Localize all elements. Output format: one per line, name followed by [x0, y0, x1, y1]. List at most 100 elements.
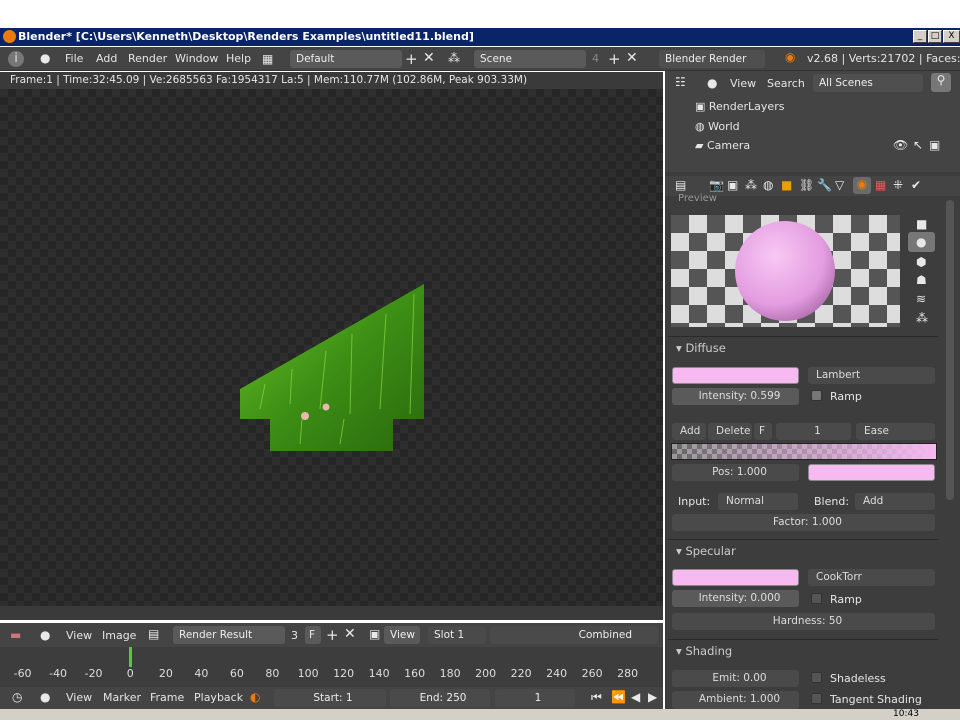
- scene-selector[interactable]: Scene: [474, 50, 586, 68]
- particles-tab-icon[interactable]: ⁜: [893, 178, 903, 192]
- info-icon[interactable]: i: [8, 51, 24, 67]
- ramp-blend-selector[interactable]: Add: [855, 493, 935, 510]
- object-tab-icon[interactable]: ■: [781, 178, 792, 192]
- tangent-shading-checkbox[interactable]: [811, 693, 822, 704]
- play-icon[interactable]: ▶: [648, 690, 657, 704]
- minimize-button[interactable]: _: [913, 30, 927, 43]
- fake-user-button[interactable]: F: [305, 626, 321, 644]
- outliner-item-world[interactable]: ◍ World: [695, 120, 740, 133]
- menu-view[interactable]: View: [730, 77, 756, 90]
- menu-search[interactable]: Search: [767, 77, 805, 90]
- preview-hair-icon[interactable]: ≋: [916, 292, 926, 306]
- specular-color-swatch[interactable]: [672, 569, 799, 586]
- start-frame-field[interactable]: Start: 1: [274, 689, 386, 707]
- visibility-eye-icon[interactable]: 👁: [893, 138, 908, 152]
- menu-help[interactable]: Help: [226, 52, 251, 65]
- menu-file[interactable]: File: [65, 52, 83, 65]
- jump-start-icon[interactable]: ⏮: [591, 690, 602, 705]
- properties-editor-icon[interactable]: ▤: [675, 178, 686, 192]
- collapse-icon[interactable]: ●: [40, 628, 50, 642]
- preview-panel-title[interactable]: Preview: [678, 193, 717, 204]
- menu-playback[interactable]: Playback: [194, 691, 243, 704]
- outliner-scope[interactable]: All Scenes: [813, 74, 923, 92]
- diffuse-panel-title[interactable]: ▾ Diffuse: [676, 341, 726, 355]
- color-ramp[interactable]: [671, 443, 937, 460]
- add-layout-icon[interactable]: +: [405, 50, 418, 68]
- play-reverse-icon[interactable]: ◀: [631, 690, 640, 704]
- view-mode-selector[interactable]: View: [384, 626, 420, 644]
- image-name-field[interactable]: Render Result: [173, 626, 285, 644]
- constraints-tab-icon[interactable]: ⛓: [799, 178, 814, 192]
- viewport-scrollbar[interactable]: [0, 606, 663, 620]
- specular-ramp-checkbox[interactable]: [811, 593, 822, 604]
- layout-selector[interactable]: Default: [290, 50, 402, 68]
- render-viewport[interactable]: [0, 89, 663, 620]
- menu-window[interactable]: Window: [175, 52, 218, 65]
- scene-tab-icon[interactable]: ⁂: [745, 178, 757, 192]
- current-frame-marker[interactable]: [129, 647, 132, 667]
- menu-add[interactable]: Add: [96, 52, 117, 65]
- jump-keyframe-icon[interactable]: ⏪: [611, 690, 626, 704]
- ramp-factor-slider[interactable]: Factor: 1.000: [672, 514, 935, 531]
- preview-sky-icon[interactable]: ⁂: [916, 311, 928, 325]
- preview-sphere-icon[interactable]: ●: [916, 235, 926, 249]
- close-button[interactable]: X: [943, 30, 960, 43]
- pass-selector[interactable]: Combined: [490, 626, 658, 644]
- menu-image[interactable]: Image: [102, 629, 136, 642]
- ramp-add-button[interactable]: Add: [672, 423, 706, 440]
- new-image-icon[interactable]: +: [326, 626, 339, 644]
- unlink-image-icon[interactable]: ✕: [344, 626, 356, 642]
- add-scene-icon[interactable]: +: [608, 50, 621, 68]
- world-tab-icon[interactable]: ◍: [763, 178, 773, 192]
- outliner-item-renderlayers[interactable]: ▣ RenderLayers: [695, 100, 784, 113]
- specular-panel-title[interactable]: ▾ Specular: [676, 544, 736, 558]
- data-tab-icon[interactable]: ▽: [835, 178, 844, 192]
- collapse-icon[interactable]: ●: [40, 51, 50, 65]
- ramp-delete-button[interactable]: Delete: [708, 423, 752, 440]
- diffuse-intensity-slider[interactable]: Intensity: 0.599: [672, 388, 799, 405]
- current-frame-field[interactable]: 1: [495, 689, 575, 707]
- specular-hardness-field[interactable]: Hardness: 50: [672, 613, 935, 630]
- slot-selector[interactable]: Slot 1: [428, 626, 486, 644]
- layout-icon[interactable]: ▦: [262, 52, 273, 66]
- render-layers-tab-icon[interactable]: ▣: [727, 178, 738, 192]
- modifiers-tab-icon[interactable]: 🔧: [817, 178, 832, 192]
- end-frame-field[interactable]: End: 250: [390, 689, 490, 707]
- emit-field[interactable]: Emit: 0.00: [672, 670, 799, 687]
- material-tab-icon[interactable]: ◉: [853, 177, 871, 194]
- timeline[interactable]: -60 -40 -20 0 20 40 60 80 100 120 140 160 180 200 220 2…: [0, 647, 663, 687]
- view-mode-icon[interactable]: ▣: [369, 627, 380, 641]
- ramp-position-field[interactable]: Pos: 1.000: [672, 464, 799, 481]
- timeline-icon[interactable]: ◷: [12, 690, 22, 704]
- diffuse-color-swatch[interactable]: [672, 367, 799, 384]
- outliner-item-camera[interactable]: ▰ Camera: [695, 139, 750, 152]
- diffuse-shader-selector[interactable]: Lambert: [808, 367, 935, 384]
- menu-view[interactable]: View: [66, 629, 92, 642]
- ramp-index-field[interactable]: 1: [776, 423, 851, 440]
- ramp-flip-button[interactable]: F: [754, 423, 772, 440]
- properties-scrollbar[interactable]: [946, 200, 954, 500]
- texture-tab-icon[interactable]: ▦: [875, 178, 886, 192]
- preview-monkey-icon[interactable]: ☗: [916, 273, 927, 287]
- shadeless-checkbox[interactable]: [811, 672, 822, 683]
- shading-panel-title[interactable]: ▾ Shading: [676, 644, 732, 658]
- diffuse-ramp-checkbox[interactable]: [811, 390, 822, 401]
- specular-intensity-slider[interactable]: Intensity: 0.000: [672, 590, 799, 607]
- physics-tab-icon[interactable]: ✔: [911, 178, 921, 192]
- remove-scene-icon[interactable]: ✕: [626, 50, 638, 66]
- preview-range-icon[interactable]: ◐: [250, 690, 260, 704]
- ramp-input-selector[interactable]: Normal: [718, 493, 798, 510]
- specular-shader-selector[interactable]: CookTorr: [808, 569, 935, 586]
- restore-button[interactable]: □: [928, 30, 942, 43]
- ambient-field[interactable]: Ambient: 1.000: [672, 691, 799, 709]
- preview-flat-icon[interactable]: ■: [916, 217, 927, 231]
- image-editor-icon[interactable]: ▬: [10, 628, 21, 642]
- remove-layout-icon[interactable]: ✕: [423, 50, 435, 66]
- scene-icon[interactable]: ⁂: [448, 51, 460, 65]
- render-tab-icon[interactable]: 📷: [709, 178, 724, 192]
- select-cursor-icon[interactable]: ↖: [913, 138, 923, 152]
- collapse-icon[interactable]: ●: [707, 76, 717, 90]
- outliner-icon[interactable]: ☷: [675, 75, 686, 89]
- menu-frame[interactable]: Frame: [150, 691, 184, 704]
- render-camera-icon[interactable]: ▣: [929, 138, 940, 152]
